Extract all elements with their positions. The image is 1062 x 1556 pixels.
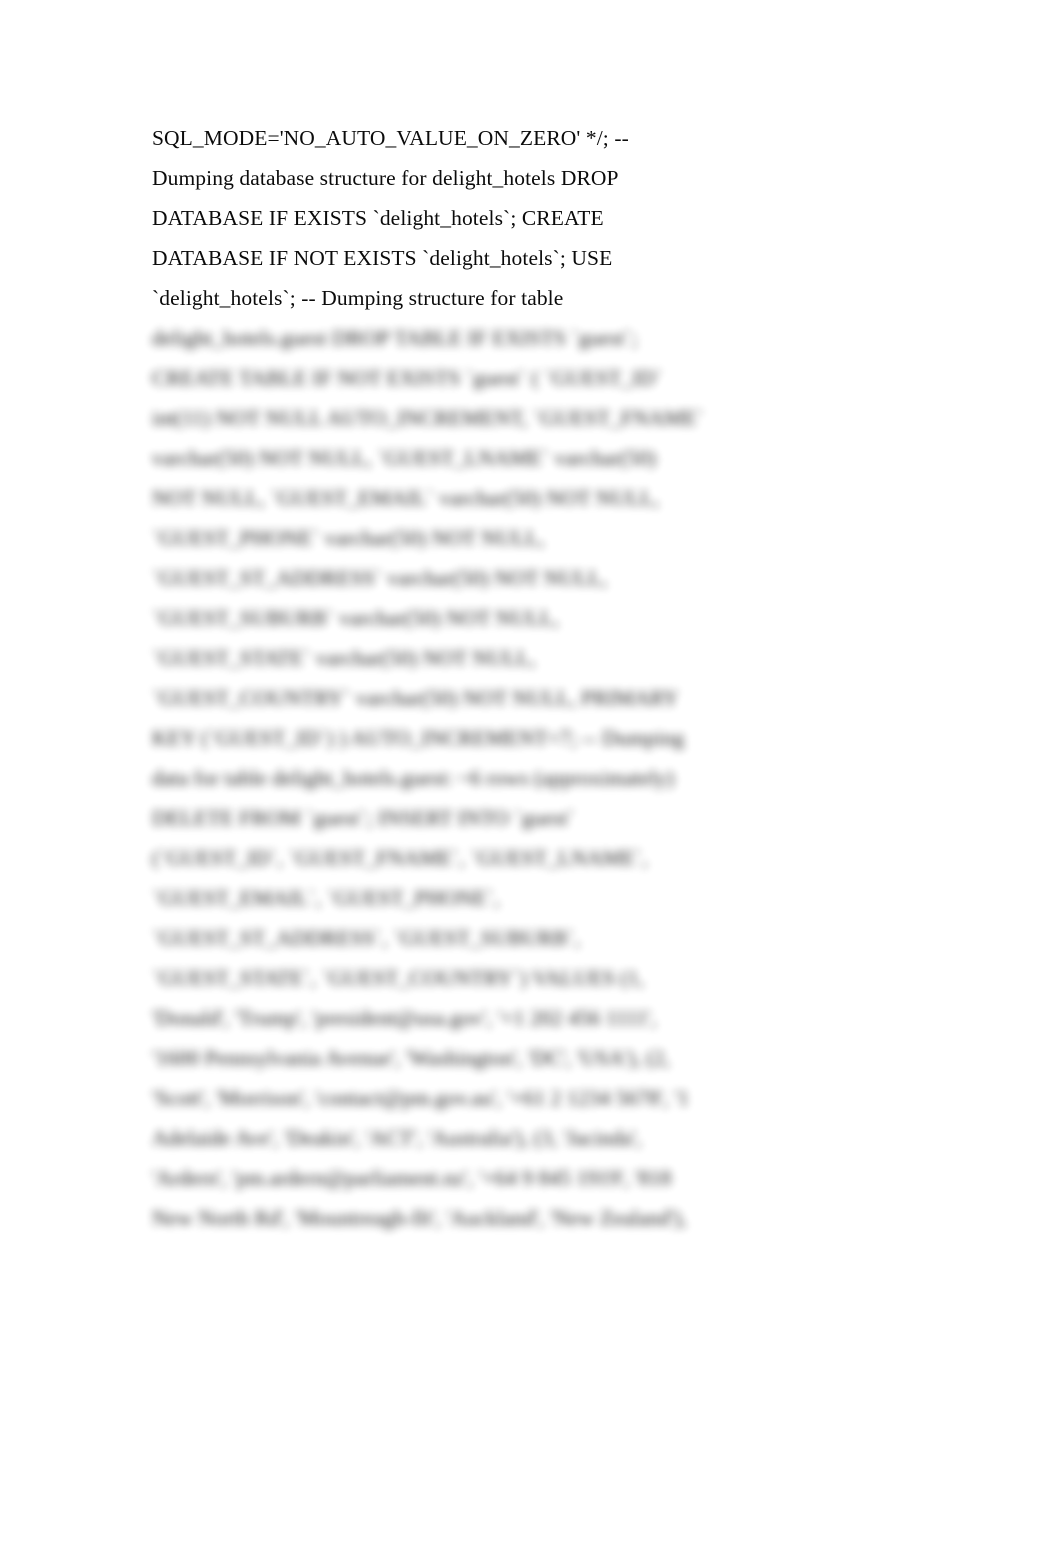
blurred-text-line: `GUEST_STATE`, `GUEST_COUNTRY`) VALUES (… — [152, 966, 644, 990]
blurred-text-line: Adelaide Ave', 'Deakin', 'ACT', 'Austral… — [152, 1126, 642, 1150]
blurred-text-line: `GUEST_ST_ADDRESS`, `GUEST_SUBURB`, — [152, 926, 581, 950]
blurred-text-line: '1600 Pennsylvania Avenue', 'Washington'… — [152, 1046, 670, 1070]
text-line: `delight_hotels`; -- Dumping structure f… — [152, 286, 564, 310]
blurred-text-line: `GUEST_PHONE` varchar(50) NOT NULL, — [152, 526, 545, 550]
text-line: SQL_MODE='NO_AUTO_VALUE_ON_ZERO' */; -- — [152, 126, 629, 150]
text-line: DATABASE IF EXISTS `delight_hotels`; CRE… — [152, 206, 604, 230]
legible-text-block: SQL_MODE='NO_AUTO_VALUE_ON_ZERO' */; -- … — [152, 118, 912, 318]
blurred-text-line: 'Scott', 'Morrison', 'contact@pm.gov.au'… — [152, 1086, 689, 1110]
blurred-text-line: CREATE TABLE IF NOT EXISTS `guest` ( `GU… — [152, 366, 663, 390]
blurred-text-line: `GUEST_EMAIL`, `GUEST_PHONE`, — [152, 886, 500, 910]
blurred-text-line: KEY (`GUEST_ID`) ) AUTO_INCREMENT=7; -- … — [152, 726, 685, 750]
blurred-text-line: `GUEST_SUBURB` varchar(50) NOT NULL, — [152, 606, 559, 630]
blurred-text-line: `GUEST_STATE` varchar(50) NOT NULL, — [152, 646, 536, 670]
blurred-text-line: NOT NULL, `GUEST_EMAIL` varchar(50) NOT … — [152, 486, 660, 510]
blurred-text-line: `GUEST_COUNTRY` varchar(50) NOT NULL, PR… — [152, 686, 679, 710]
text-line: DATABASE IF NOT EXISTS `delight_hotels`;… — [152, 246, 613, 270]
blurred-text-line: New North Rd', 'Mountreagh-Ilt', 'Auckla… — [152, 1206, 687, 1230]
blurred-text-line: data for table delight_hotels.guest: ~6 … — [152, 766, 675, 790]
document-page: SQL_MODE='NO_AUTO_VALUE_ON_ZERO' */; -- … — [0, 0, 1062, 1556]
blurred-text-line: delight_hotels.guest DROP TABLE IF EXIST… — [152, 326, 638, 350]
blurred-text-line: DELETE FROM `guest`; INSERT INTO `guest` — [152, 806, 575, 830]
blurred-text-line: 'Ardern', 'pm.ardern@parliament.nz', '+6… — [152, 1166, 672, 1190]
blurred-text-line: int(11) NOT NULL AUTO_INCREMENT, `GUEST_… — [152, 406, 704, 430]
text-line: Dumping database structure for delight_h… — [152, 166, 619, 190]
blurred-text-line: (`GUEST_ID`, `GUEST_FNAME`, `GUEST_LNAME… — [152, 846, 648, 870]
blurred-text-line: varchar(50) NOT NULL, `GUEST_LNAME` varc… — [152, 446, 657, 470]
blurred-text-block: delight_hotels.guest DROP TABLE IF EXIST… — [152, 318, 942, 1238]
blurred-text-line: `GUEST_ST_ADDRESS` varchar(50) NOT NULL, — [152, 566, 608, 590]
blurred-text-line: 'Donald', 'Trump', 'president@usa.gov', … — [152, 1006, 657, 1030]
